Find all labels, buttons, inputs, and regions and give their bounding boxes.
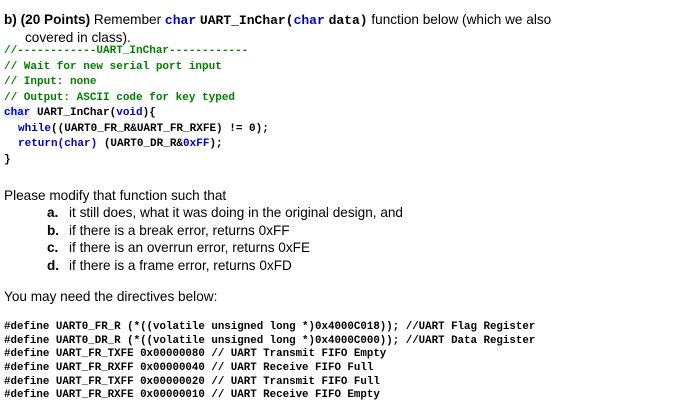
directive-line: #define UART0_DR_R (*((volatile unsigned… [4, 334, 536, 347]
code-line: // Wait for new serial port input [4, 60, 222, 73]
modify-list: a. it still does, what it was doing in th… [47, 205, 403, 275]
func-name: UART_InChar [199, 13, 286, 28]
directives-block: #define UART0_FR_R (*((volatile unsigned… [4, 321, 535, 403]
item-label: c. [47, 240, 59, 255]
code-keyword: return [18, 138, 58, 150]
code-keyword: void [116, 107, 143, 119]
modify-intro: Please modify that function such that [4, 188, 227, 203]
code-line: //------------UART_InChar------------ [4, 45, 249, 57]
question-heading: b) (20 Points) Remember char UART_InChar… [4, 12, 551, 29]
directive-line: #define UART_FR_RXFE 0x00000010 // UART … [4, 389, 380, 402]
func-arg-type: char [293, 13, 325, 28]
directive-line: #define UART0_FR_R (*((volatile unsigned… [4, 321, 536, 333]
item-label: a. [47, 205, 59, 220]
code-line: // Input: none [4, 76, 97, 88]
directive-line: #define UART_FR_RXFF 0x00000040 // UART … [4, 362, 374, 375]
code-text: (UART0_DR_R& [97, 138, 184, 150]
code-text: ); [209, 138, 223, 150]
code-keyword: char [4, 107, 31, 119]
code-line: // Output: ASCII code for key typed [4, 91, 236, 104]
item-label: d. [47, 257, 60, 273]
code-line: return(char) (UART0_DR_R&0xFF); [4, 137, 269, 153]
code-text: ((UART0_FR_R&UART_FR_RXFE) != 0); [51, 122, 269, 135]
directive-line: #define UART_FR_TXFE 0x00000080 // UART … [4, 348, 387, 361]
item-text: it still does, what it was doing in the … [69, 205, 403, 220]
code-block: //------------UART_InChar------------ //… [4, 44, 269, 168]
list-item: d. if there is a frame error, returns 0xF… [47, 258, 403, 276]
code-line: while((UART0_FR_R&UART_FR_RXFE) != 0); [4, 122, 269, 138]
question-points: (20 Points) [20, 12, 91, 27]
question-intro-cont: function below (which we also [371, 12, 552, 27]
item-text: if there is a frame error, returns 0xFD [69, 257, 292, 273]
func-return-type: char [164, 13, 197, 28]
item-label: b. [47, 222, 60, 238]
item-text: if there is a break error, returns 0xFF [69, 222, 290, 238]
code-line: } [4, 153, 11, 166]
code-hex: 0xFF [183, 138, 210, 150]
question-intro: Remember [93, 12, 162, 27]
func-paren: ( [285, 13, 294, 28]
code-cast: (char) [57, 138, 98, 150]
list-item: a. it still does, what it was doing in th… [47, 205, 403, 223]
question-label: b) [4, 12, 17, 27]
code-text: ){ [142, 107, 156, 119]
directive-line: #define UART_FR_TXFF 0x00000020 // UART … [4, 375, 380, 388]
code-line: char UART_InChar(void){ [4, 106, 269, 122]
directives-intro: You may need the directives below: [4, 289, 218, 304]
list-item: b. if there is a break error, returns 0xF… [47, 223, 403, 241]
func-arg-name: data) [328, 13, 368, 28]
item-text: if there is an overrun error, returns 0x… [69, 240, 311, 255]
code-text: UART_InChar( [30, 107, 117, 119]
list-item: c. if there is an overrun error, returns … [47, 240, 403, 258]
code-keyword: while [18, 122, 52, 135]
